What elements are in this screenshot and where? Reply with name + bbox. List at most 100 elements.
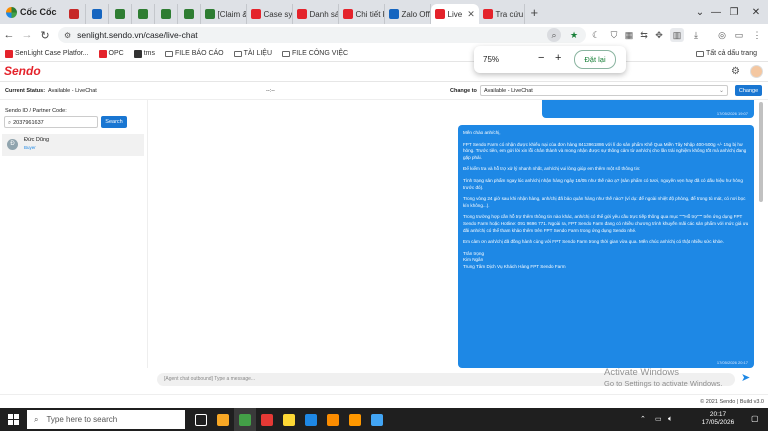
menu-icon[interactable]: ⋮ [750,28,764,42]
extra-app-taskbar-button[interactable] [366,408,388,431]
current-status-value: Available - LiveChat [48,88,97,94]
windows-logo-icon [7,414,19,425]
browser-tab[interactable]: [Claim & [201,4,247,24]
notification-icon[interactable]: ▢ [751,414,759,423]
contact-name: Đức Dũng [24,137,50,143]
bookmarks-bar: SenLight Case Platfor... OPC tms FILE BÁO C… [0,46,768,62]
browser-tab[interactable]: Danh sác [293,4,339,24]
footer-text: © 2021 Sendo | Build v3.0 [700,399,764,405]
settings-gear-icon[interactable]: ⚙ [731,66,740,77]
new-tab-button[interactable]: + [525,5,545,20]
zoom-icon[interactable]: ⌕ [547,28,561,42]
change-to-label: Change to [450,88,477,94]
contact-list-item[interactable]: Đ Đức Dũng Buyer [2,134,144,156]
taskbar-clock[interactable]: 20:17 17/05/2026 [690,411,746,427]
bookmark-item[interactable]: FILE BÁO CÁO [160,50,229,57]
zoom-popup: 75% − + Đặt lại [474,46,626,73]
browser-tab[interactable] [63,4,86,24]
close-tab-icon[interactable]: ✕ [467,9,475,20]
bookmark-item[interactable]: SenLight Case Platfor... [0,49,94,58]
send-icon[interactable]: ➤ [741,371,750,384]
back-icon[interactable]: ← [0,29,18,41]
bookmark-label: FILE BÁO CÁO [175,50,224,57]
bookmark-favicon-icon [98,49,107,58]
coccoc-taskbar-button[interactable] [234,408,256,431]
volume-icon[interactable]: 🔈︎ [668,414,673,424]
taskbar-search[interactable]: ⌕ Type here to search [27,410,185,429]
windows-start-button[interactable] [0,408,26,431]
status-select[interactable]: Available - LiveChat ⌄ [480,85,728,96]
folder-icon [282,50,291,57]
message-paragraph: Tình trạng sản phẩm ngay lúc anh/chị nhậ… [463,177,743,190]
chrome-icon [327,413,339,426]
change-button[interactable]: Change [735,85,762,96]
sendo-id-input[interactable]: ⌕ 2037961637 [4,116,98,128]
download-icon[interactable]: ⤓ [689,28,703,42]
tab-favicon-icon [183,9,194,19]
sticky-notes-taskbar-button[interactable] [278,408,300,431]
address-bar[interactable]: ⚙ senlight.sendo.vn/case/live-chat [58,27,586,43]
sidepanel-icon[interactable]: ▥ [670,28,684,42]
bookmark-star-icon[interactable]: ★ [567,28,581,42]
bookmark-item[interactable]: OPC [94,49,129,58]
zoom-out-button[interactable]: − [538,52,544,64]
contact-avatar: Đ [7,139,18,150]
browser-tab[interactable]: Live ✕ [430,4,479,24]
avatar[interactable] [750,65,763,78]
current-status-label: Current Status: [5,88,46,94]
close-window-button[interactable]: ✕ [744,0,768,24]
browser-tab[interactable]: Zalo Offi [385,4,431,24]
restore-button[interactable]: ❐ [722,0,746,24]
browser-tab[interactable] [86,4,109,24]
message-paragraph: Mến chào anh/chị, [463,130,501,135]
chrome-taskbar-button[interactable] [322,408,344,431]
zalo-taskbar-button[interactable] [300,408,322,431]
browser-tab[interactable]: Chi tiết k [339,4,385,24]
forward-icon[interactable]: → [18,29,36,41]
bookmark-item[interactable]: tms [129,49,160,58]
all-bookmarks[interactable]: Tất cả dấu trang [691,50,762,57]
bookmark-item[interactable]: FILE CÔNG VIỆC [277,50,353,57]
dark-mode-icon[interactable]: ☾ [589,28,603,42]
bookmark-item[interactable]: TÀI LIỆU [229,50,277,57]
sublime-taskbar-button[interactable] [344,408,366,431]
site-info-icon[interactable]: ⚙ [64,31,71,40]
shield-icon[interactable]: ⛉ [607,28,621,42]
tab-favicon-icon [250,9,261,19]
search-icon: ⌕ [34,414,39,424]
tab-favicon-icon [482,9,493,19]
browser-tab[interactable]: Case sys [247,4,293,24]
task-view-taskbar-button[interactable] [190,408,212,431]
search-button[interactable]: Search [101,116,127,128]
app-footer: © 2021 Sendo | Build v3.0 [0,394,768,408]
url-text[interactable]: senlight.sendo.vn/case/live-chat [77,30,198,40]
translate-icon[interactable]: ⇆ [637,28,651,42]
chevron-down-icon: ⌄ [718,88,724,94]
bookmark-label: OPC [108,50,124,57]
zoom-in-button[interactable]: + [555,52,561,64]
extension-icon[interactable]: ▦ [622,28,636,42]
task-view-icon [195,413,207,426]
puzzle-icon[interactable]: ✥ [652,28,666,42]
browser-tab[interactable] [109,4,132,24]
wps-taskbar-button[interactable] [256,408,278,431]
browser-tab[interactable] [155,4,178,24]
bookmark-label: tms [143,50,155,57]
reload-icon[interactable]: ↻ [36,29,54,42]
tab-favicon-icon [388,9,399,19]
file-explorer-taskbar-button[interactable] [212,408,234,431]
zoom-reset-button[interactable]: Đặt lại [574,50,616,69]
sendo-logo[interactable]: Sendo [4,64,41,78]
browser-tab[interactable] [132,4,155,24]
tab-title: Zalo Offi [401,9,431,19]
browser-tab[interactable] [178,4,201,24]
browser-brand[interactable]: Cốc Cốc [0,0,63,24]
account-icon[interactable]: ◎ [715,28,729,42]
tab-favicon-icon [114,9,125,19]
tray-chevron-icon[interactable]: ⌃ [640,415,646,423]
browser-tab[interactable]: Tra cứu t [479,4,525,24]
chat-scrollbar[interactable] [759,102,763,202]
tab-title: Case sys [263,9,293,19]
cast-icon[interactable]: ▭ [732,28,746,42]
network-icon[interactable]: ▭ [655,415,662,423]
